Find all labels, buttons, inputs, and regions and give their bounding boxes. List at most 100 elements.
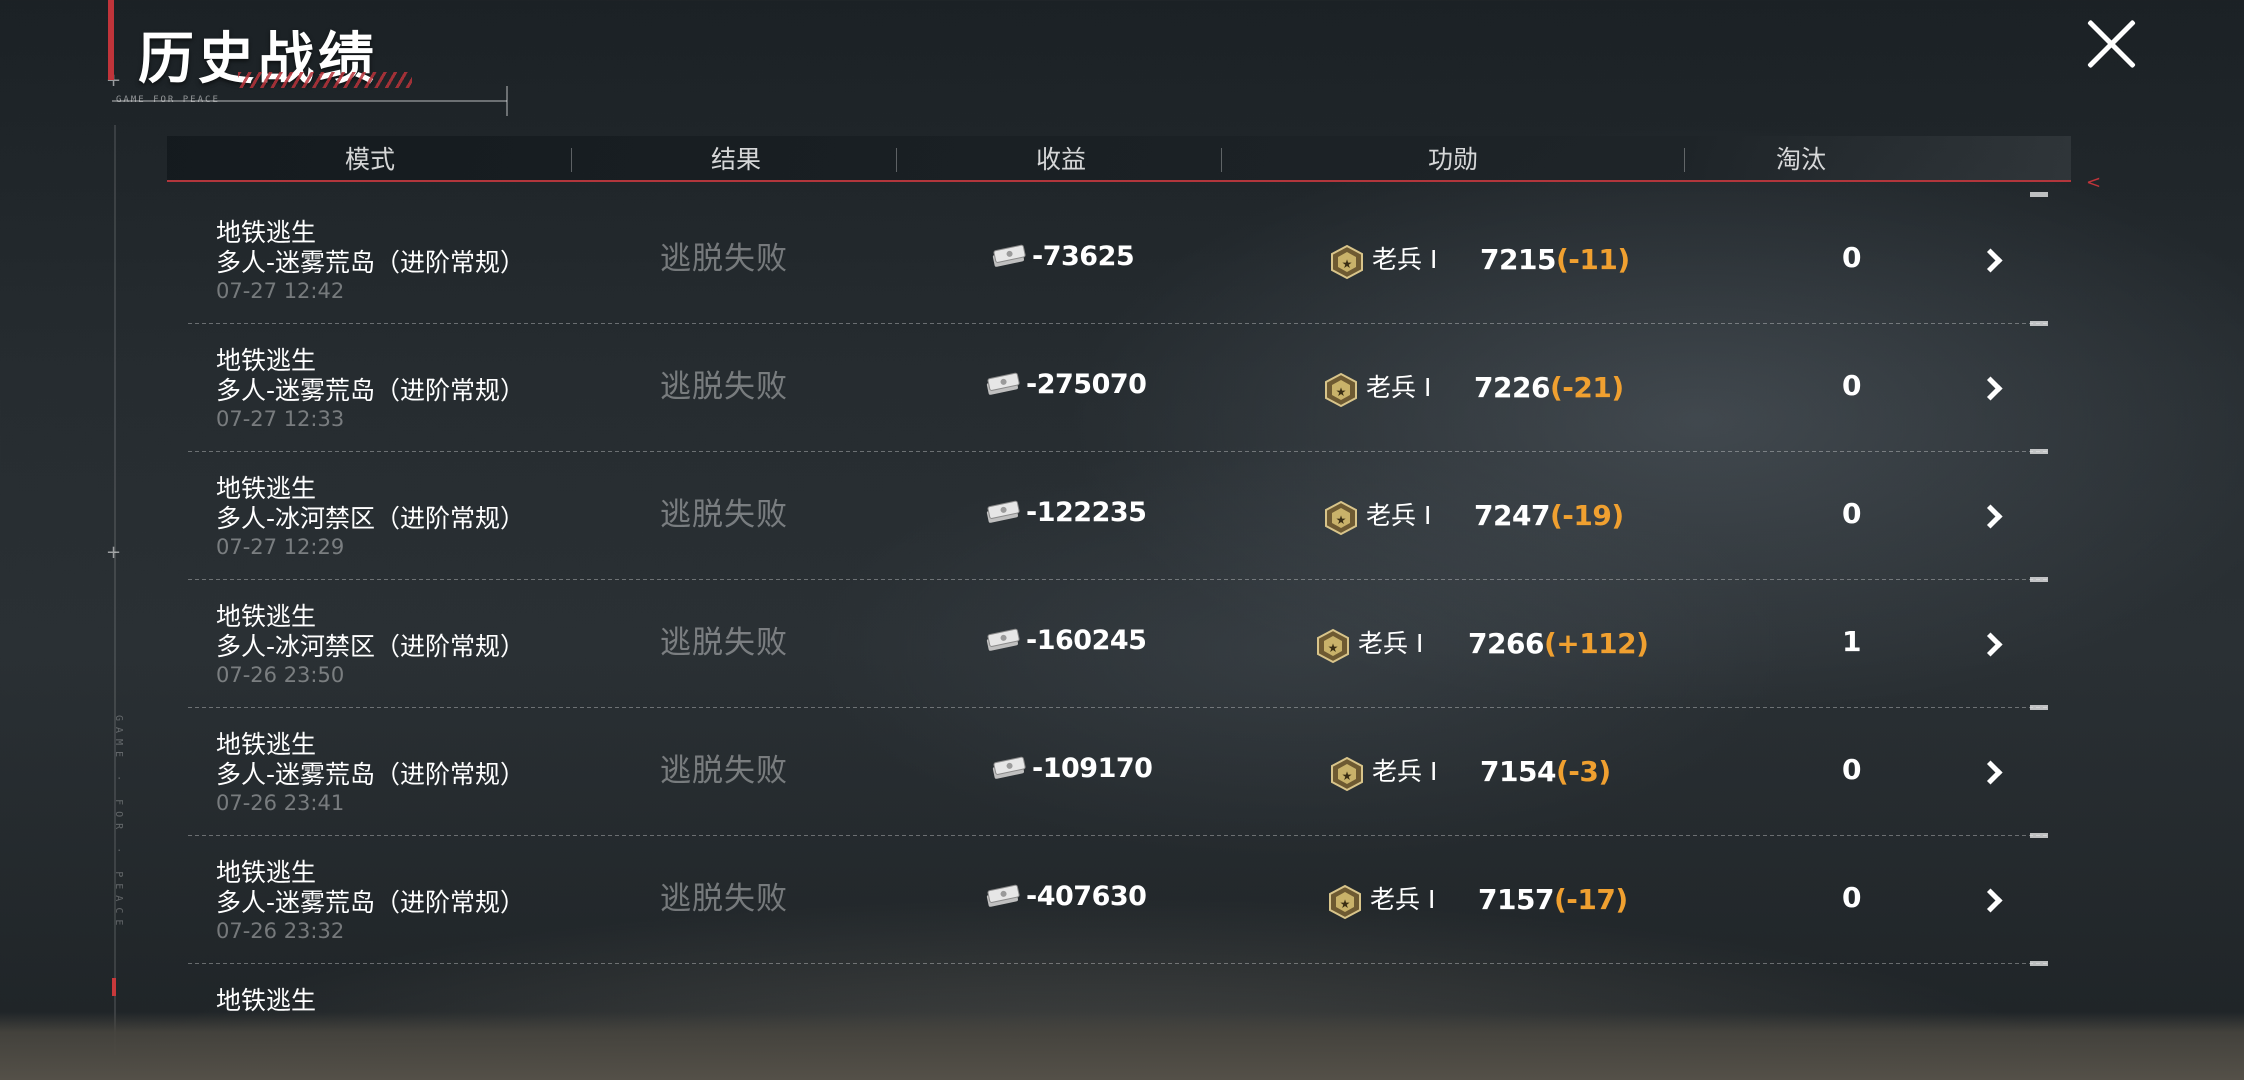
veteran-rank-badge-icon: ★	[1331, 244, 1363, 280]
row-merit-value: 7157	[1478, 883, 1554, 916]
chevron-right-icon[interactable]	[1982, 890, 1998, 906]
row-income: -275070	[1026, 369, 1147, 400]
table-row[interactable]: 地铁逃生 多人-迷雾荒岛（进阶常规） 07-27 12:42 逃脱失败 -736…	[188, 192, 2048, 326]
row-income: -109170	[1032, 753, 1153, 784]
column-separator	[1684, 148, 1685, 172]
chevron-right-icon[interactable]	[1982, 634, 1998, 650]
svg-text:★: ★	[1340, 897, 1351, 911]
table-row[interactable]: 地铁逃生 多人-冰河禁区（进阶常规） 07-26 23:50 逃脱失败 -160…	[188, 580, 2048, 710]
row-eliminations: 0	[1842, 369, 1862, 402]
svg-text:★: ★	[1336, 513, 1347, 527]
row-mode: 地铁逃生	[216, 730, 317, 759]
close-button[interactable]	[2080, 12, 2142, 74]
chevron-right-icon[interactable]	[1982, 506, 1998, 522]
row-merit-value: 7266	[1468, 627, 1544, 660]
svg-text:★: ★	[1342, 769, 1353, 783]
cash-stack-icon	[992, 756, 1026, 779]
table-row[interactable]: 地铁逃生 多人-冰河禁区（进阶常规） 07-27 12:29 逃脱失败 -122…	[188, 452, 2048, 582]
rail-red-marker	[112, 978, 116, 996]
row-map: 多人-迷雾荒岛（进阶常规）	[216, 248, 526, 277]
row-merit: 7215(-11)	[1480, 242, 1630, 278]
row-result: 逃脱失败	[660, 497, 788, 533]
row-result: 逃脱失败	[660, 625, 788, 661]
row-merit-delta: (-21)	[1549, 371, 1624, 404]
row-result: 逃脱失败	[660, 369, 788, 405]
row-rank: 老兵 I	[1366, 373, 1432, 402]
svg-text:★: ★	[1342, 257, 1353, 271]
row-income: -160245	[1026, 625, 1147, 656]
cash-stack-icon	[986, 372, 1020, 395]
row-map: 多人-迷雾荒岛（进阶常规）	[216, 888, 526, 917]
row-time: 07-27 12:29	[216, 535, 345, 559]
column-header-income: 收益	[1035, 145, 1086, 174]
row-eliminations: 0	[1842, 753, 1862, 786]
table-row[interactable]: 地铁逃生 多人-迷雾荒岛（进阶常规） 07-26 23:32 逃脱失败 -407…	[188, 836, 2048, 966]
svg-text:★: ★	[1336, 385, 1347, 399]
row-rank: 老兵 I	[1366, 501, 1432, 530]
row-result: 逃脱失败	[660, 241, 788, 277]
rail-vertical-text: GAME · FOR · PEACE	[113, 715, 124, 932]
table-row[interactable]: 地铁逃生 多人-迷雾荒岛（进阶常规） 07-26 23:41 逃脱失败 -109…	[188, 708, 2048, 838]
row-rank: 老兵 I	[1358, 629, 1424, 658]
row-result: 逃脱失败	[660, 753, 788, 789]
scroll-caret-icon: <	[2086, 172, 2102, 193]
cash-stack-icon	[986, 884, 1020, 907]
row-map: 多人-迷雾荒岛（进阶常规）	[216, 376, 526, 405]
title-tick	[506, 86, 508, 116]
row-merit-delta: (-17)	[1553, 883, 1628, 916]
table-header: 模式 结果 收益 功勋 淘汰	[167, 136, 2071, 182]
chevron-right-icon[interactable]	[1982, 762, 1998, 778]
row-rank: 老兵 I	[1372, 757, 1438, 786]
row-rank: 老兵 I	[1370, 885, 1436, 914]
column-header-merit: 功勋	[1427, 145, 1478, 174]
row-eliminations: 1	[1842, 625, 1862, 658]
row-mode: 地铁逃生	[216, 474, 317, 503]
row-merit: 7247(-19)	[1474, 498, 1624, 534]
title-accent-bar	[108, 0, 114, 80]
veteran-rank-badge-icon: ★	[1325, 500, 1357, 536]
row-mode: 地铁逃生	[216, 602, 317, 631]
row-mode: 地铁逃生	[216, 346, 317, 375]
rail-plus-mark: +	[106, 542, 122, 563]
column-header-result: 结果	[710, 145, 761, 174]
row-merit-delta: (-19)	[1549, 499, 1624, 532]
column-header-mode: 模式	[344, 145, 395, 174]
row-eliminations: 0	[1842, 241, 1862, 274]
chevron-right-icon[interactable]	[1982, 378, 1998, 394]
row-time: 07-26 23:41	[216, 791, 345, 815]
row-mode: 地铁逃生	[216, 858, 317, 887]
cash-stack-icon	[992, 244, 1026, 267]
row-result: 逃脱失败	[660, 881, 788, 917]
column-header-eliminations: 淘汰	[1775, 145, 1826, 174]
row-merit-delta: (-3)	[1555, 755, 1611, 788]
column-separator	[1221, 148, 1222, 172]
veteran-rank-badge-icon: ★	[1325, 372, 1357, 408]
row-income: -407630	[1026, 881, 1147, 912]
cash-stack-icon	[986, 500, 1020, 523]
cash-stack-icon	[986, 628, 1020, 651]
row-income: -73625	[1032, 241, 1135, 272]
chevron-right-icon[interactable]	[1982, 250, 1998, 266]
row-time: 07-27 12:42	[216, 279, 345, 303]
row-eliminations: 0	[1842, 881, 1862, 914]
row-rank: 老兵 I	[1372, 245, 1438, 274]
row-merit-value: 7215	[1480, 243, 1556, 276]
column-separator	[571, 148, 572, 172]
svg-text:★: ★	[1328, 641, 1339, 655]
title-underline	[112, 100, 507, 102]
row-time: 07-26 23:50	[216, 663, 345, 687]
row-separator-end	[2030, 192, 2048, 197]
row-map: 多人-冰河禁区（进阶常规）	[216, 632, 526, 661]
row-merit-delta: (+112)	[1543, 627, 1649, 660]
row-merit: 7154(-3)	[1480, 754, 1611, 790]
row-merit-delta: (-11)	[1555, 243, 1630, 276]
veteran-rank-badge-icon: ★	[1331, 756, 1363, 792]
row-eliminations: 0	[1842, 497, 1862, 530]
table-row[interactable]: 地铁逃生 多人-迷雾荒岛（进阶常规） 07-27 12:33 逃脱失败 -275…	[188, 324, 2048, 454]
row-merit: 7226(-21)	[1474, 370, 1624, 406]
row-time: 07-26 23:32	[216, 919, 345, 943]
row-merit-value: 7154	[1480, 755, 1556, 788]
veteran-rank-badge-icon: ★	[1317, 628, 1349, 664]
row-merit-value: 7226	[1474, 371, 1550, 404]
row-merit: 7266(+112)	[1468, 626, 1649, 662]
